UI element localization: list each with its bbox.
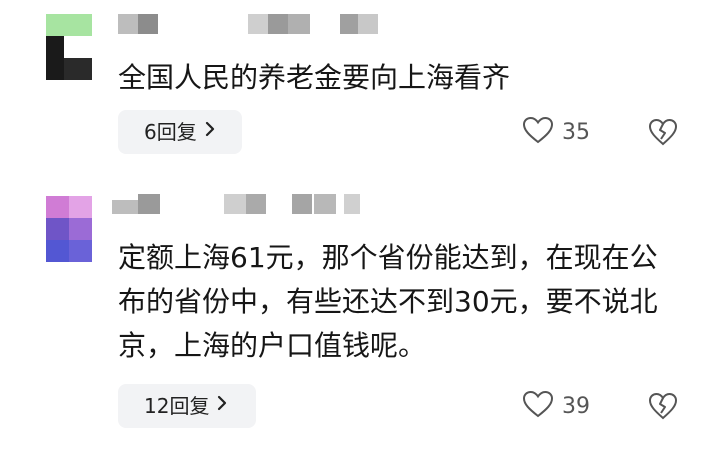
comment-text: 定额上海61元，那个省份能达到，在现在公布的省份中，有些还达不到30元，要不说北… [118, 241, 658, 362]
avatar-pixel [64, 36, 92, 58]
avatar-pixel [46, 218, 69, 240]
avatar-pixel [69, 196, 92, 218]
avatar-pixel [69, 218, 92, 240]
chevron-right-icon [205, 110, 215, 154]
like-count: 35 [562, 119, 590, 145]
avatar-pixel [46, 196, 69, 218]
avatar-pixel [46, 36, 64, 80]
reply-button[interactable]: 12回复 [118, 384, 256, 428]
username-redacted[interactable] [112, 194, 372, 214]
reply-label: 6回复 [144, 120, 197, 144]
broken-heart-icon[interactable] [648, 392, 678, 420]
like-button[interactable]: 35 [522, 110, 590, 154]
comment-text: 全国人民的养老金要向上海看齐 [118, 61, 511, 94]
redaction-block [358, 14, 378, 34]
avatar[interactable] [46, 196, 92, 262]
avatar-pixel [46, 240, 69, 262]
broken-heart-icon[interactable] [648, 118, 678, 146]
avatar[interactable] [46, 14, 92, 80]
heart-outline-icon [522, 116, 554, 148]
redaction-block [340, 14, 358, 34]
like-count: 39 [562, 393, 590, 419]
redaction-block [288, 14, 310, 34]
redaction-block [292, 194, 312, 214]
avatar-pixel [46, 14, 92, 36]
redaction-block [344, 194, 360, 214]
reply-button[interactable]: 6回复 [118, 110, 242, 154]
username-redacted[interactable] [118, 14, 378, 34]
like-button[interactable]: 39 [522, 384, 590, 428]
redaction-block [248, 14, 268, 34]
avatar-pixel [69, 240, 92, 262]
chevron-right-icon [217, 384, 227, 428]
redaction-block [246, 194, 266, 214]
heart-outline-icon [522, 390, 554, 422]
redaction-block [138, 194, 160, 214]
redaction-block [268, 14, 288, 34]
redaction-block [118, 14, 138, 34]
redaction-block [314, 194, 336, 214]
redaction-block [112, 200, 138, 214]
redaction-block [138, 14, 158, 34]
reply-label: 12回复 [144, 394, 210, 418]
redaction-block [224, 194, 246, 214]
avatar-pixel [64, 58, 92, 80]
